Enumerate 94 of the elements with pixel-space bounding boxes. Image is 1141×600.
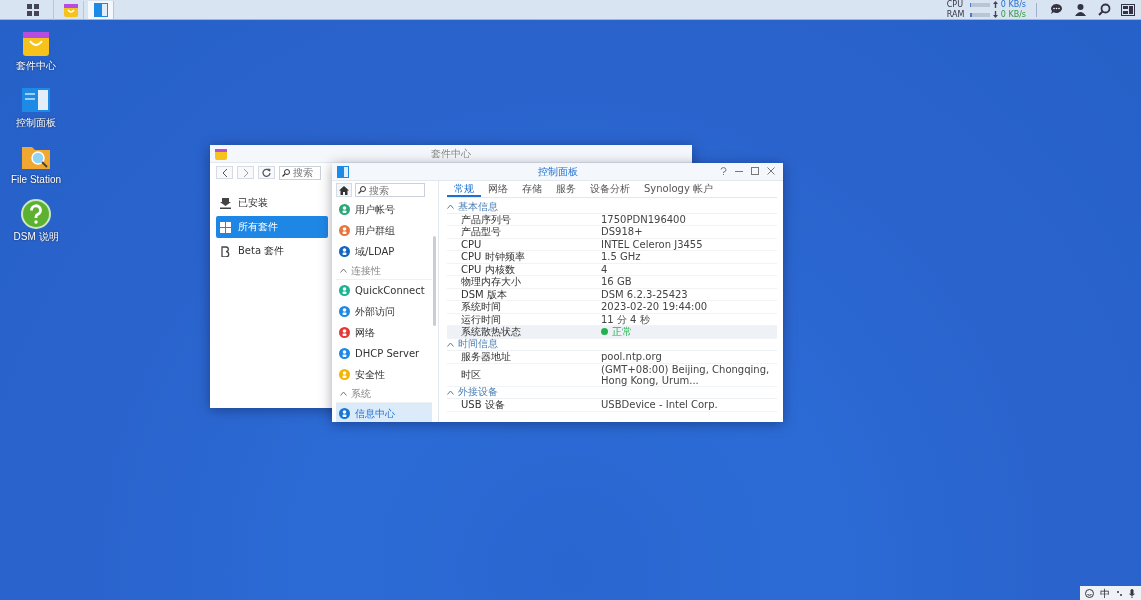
dots-icon[interactable] — [1116, 589, 1123, 597]
down-arrow-icon — [992, 11, 998, 18]
sidebar-item[interactable]: 外部访问 — [336, 301, 432, 322]
panel-icon — [92, 1, 109, 18]
chevron-icon — [340, 268, 347, 273]
info-value: 16 GB — [601, 276, 633, 288]
home-button[interactable] — [336, 183, 352, 197]
taskbar-app-button[interactable] — [88, 0, 114, 19]
up-arrow-icon — [992, 1, 998, 8]
sidebar-item[interactable]: 网络 — [336, 322, 432, 343]
transfer-speed: 0 KB/s — [1000, 10, 1026, 19]
microphone-icon[interactable] — [1129, 588, 1135, 598]
sidebar-item[interactable]: QuickConnect — [336, 280, 432, 301]
desktop-shortcut[interactable]: File Station — [12, 142, 60, 185]
info-value: DSM 6.2.3-25423 — [601, 288, 689, 300]
download-tray-icon — [220, 197, 231, 209]
sidebar-item[interactable]: 所有套件 — [216, 216, 328, 238]
tab[interactable]: 服务 — [549, 182, 583, 197]
chevron-icon — [447, 341, 454, 347]
sidebar-item[interactable]: Beta 套件 — [216, 240, 328, 262]
refresh-icon — [262, 168, 271, 177]
help-icon[interactable] — [720, 167, 727, 175]
grid-icon — [220, 221, 231, 233]
info-value: USBDevice - Intel Corp. — [601, 399, 719, 411]
tab[interactable]: 设备分析 — [583, 182, 637, 197]
search-field[interactable]: 搜索 — [355, 183, 425, 197]
section-header[interactable]: 时间信息 — [447, 338, 777, 351]
transfer-speed: 0 KB/s — [1000, 0, 1026, 9]
info-label: 系统散热状态 — [461, 326, 522, 338]
smiley-icon[interactable] — [1085, 588, 1094, 598]
sidebar-item[interactable]: 已安装 — [216, 192, 328, 214]
window-title: 控制面板 — [537, 165, 578, 178]
desktop-shortcut[interactable]: 控制面板 — [12, 85, 60, 128]
chevron-icon — [447, 389, 454, 395]
info-label: CPU 内核数 — [461, 263, 516, 275]
chevron-icon — [447, 204, 454, 210]
sidebar-item[interactable]: 信息中心 — [336, 403, 432, 422]
info-label: 时区 — [461, 369, 482, 380]
info-label: 服务器地址 — [461, 351, 512, 363]
info-label: DSM 版本 — [461, 288, 508, 300]
panel-icon — [21, 85, 51, 115]
tab[interactable]: 常规 — [447, 182, 481, 197]
grid-icon — [26, 3, 39, 16]
section-header[interactable]: 连接性 — [336, 262, 432, 280]
back-button[interactable] — [216, 166, 233, 179]
section-header[interactable]: 外接设备 — [447, 386, 777, 399]
refresh-button[interactable] — [258, 166, 275, 179]
chevron-right-icon — [242, 168, 249, 177]
sidebar-item[interactable]: 用户群组 — [336, 220, 432, 241]
usage-meter — [969, 12, 990, 17]
info-value: INTEL Celeron J3455 — [601, 238, 704, 250]
info-value: 4 — [601, 263, 609, 275]
tab[interactable]: 网络 — [481, 182, 515, 197]
info-value: pool.ntp.org — [601, 351, 663, 363]
usage-meter — [969, 2, 990, 7]
info-label: 物理内存大小 — [461, 276, 522, 288]
info-value: 1750PDN196400 — [601, 213, 687, 225]
info-label: 产品型号 — [461, 226, 502, 238]
info-label: USB 设备 — [461, 399, 506, 411]
chevron-left-icon — [221, 168, 228, 177]
sidebar-item[interactable]: DHCP Server — [336, 343, 432, 364]
maximize-icon[interactable] — [751, 167, 759, 175]
info-value: (GMT+08:00) Beijing, Chongqing, Hong Kong, Urum... — [601, 363, 771, 386]
panel-icon — [337, 166, 349, 178]
beta-icon — [220, 245, 231, 257]
chevron-icon — [340, 391, 347, 396]
info-label: 系统时间 — [461, 301, 502, 313]
meter-label: RAM — [946, 10, 966, 19]
tab[interactable]: 存储 — [515, 182, 549, 197]
window-title: 套件中心 — [431, 147, 471, 160]
sidebar-item[interactable]: 安全性 — [336, 364, 432, 385]
tab[interactable]: Synology 帐户 — [637, 182, 721, 197]
desktop-shortcut[interactable]: DSM 说明 — [12, 199, 60, 242]
shopping-bag-icon — [215, 148, 227, 160]
home-icon — [339, 185, 349, 195]
sidebar-item[interactable]: 用户帐号 — [336, 199, 432, 220]
info-value: 11 分 4 秒 — [601, 313, 651, 325]
info-value: DS918+ — [601, 226, 644, 238]
close-icon[interactable] — [767, 167, 775, 175]
info-label: CPU — [461, 238, 483, 250]
meter-label: CPU — [946, 0, 965, 9]
info-value: 1.5 GHz — [601, 251, 642, 263]
info-label: 运行时间 — [461, 313, 502, 325]
desktop-shortcut[interactable]: 套件中心 — [12, 28, 60, 71]
info-label: 产品序列号 — [461, 213, 512, 225]
input-mode[interactable]: 中 — [1100, 587, 1110, 599]
shopping-bag-icon — [62, 1, 79, 18]
info-value: 2023-02-20 19:44:00 — [601, 301, 709, 313]
status-text: 正常 — [612, 326, 632, 338]
help-icon — [21, 199, 51, 229]
search-field[interactable]: 搜索 — [279, 165, 321, 180]
info-label: CPU 时钟频率 — [461, 251, 526, 263]
section-header[interactable]: 基本信息 — [447, 201, 777, 214]
sidebar-item[interactable]: 域/LDAP — [336, 241, 432, 262]
